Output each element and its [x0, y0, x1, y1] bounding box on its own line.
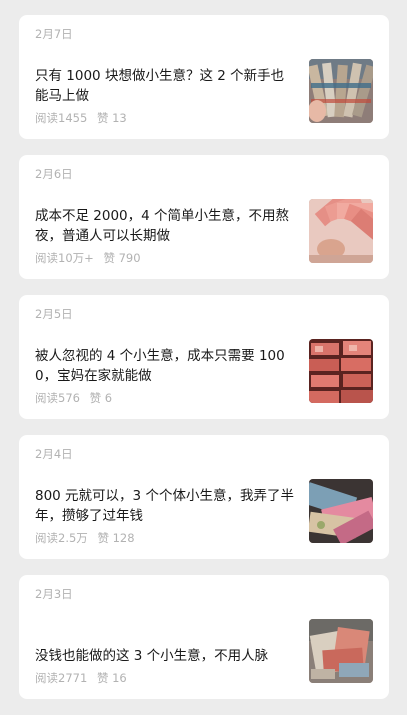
like-count: 13 [112, 111, 127, 125]
read-count: 576 [58, 391, 80, 405]
money-bundles-photo-icon[interactable] [309, 59, 373, 123]
read-count-label: 阅读 [35, 111, 58, 125]
article-title[interactable]: 没钱也能做的这 3 个小生意，不用人脉 [35, 646, 296, 666]
article-text-block: 被人忽视的 4 个小生意，成本只需要 1000，宝妈在家就能做 阅读576 赞 … [35, 295, 296, 406]
article-title[interactable]: 被人忽视的 4 个小生意，成本只需要 1000，宝妈在家就能做 [35, 346, 296, 386]
read-count: 2.5万 [58, 531, 88, 545]
banknotes-pile-photo-icon[interactable] [309, 479, 373, 543]
money-on-desk-photo-icon[interactable] [309, 619, 373, 683]
like-count-label: 赞 [97, 531, 109, 545]
like-count-label: 赞 [89, 391, 102, 405]
like-count-label: 赞 [96, 671, 109, 685]
like-count-label: 赞 [103, 251, 115, 265]
article-text-block: 800 元就可以，3 个个体小生意，我弄了半年，攒够了过年钱 阅读2.5万 赞 … [35, 435, 296, 546]
article-title[interactable]: 只有 1000 块想做小生意？这 2 个新手也能马上做 [35, 66, 296, 106]
read-count-label: 阅读 [35, 251, 58, 265]
read-count: 2771 [58, 671, 88, 685]
read-count-label: 阅读 [35, 391, 58, 405]
article-feed: 2月7日 只有 1000 块想做小生意？这 2 个新手也能马上做 阅读1455 … [19, 15, 389, 715]
article-card[interactable]: 2月6日 成本不足 2000，4 个简单小生意，不用熬夜，普通人可以长期做 阅读… [19, 155, 389, 279]
article-stats: 阅读2771 赞 16 [35, 670, 296, 686]
like-count: 128 [112, 531, 135, 545]
cash-stacks-photo-icon[interactable] [309, 339, 373, 403]
read-count: 10万+ [58, 251, 94, 265]
article-text-block: 没钱也能做的这 3 个小生意，不用人脉 阅读2771 赞 16 [35, 575, 296, 686]
article-card[interactable]: 2月3日 没钱也能做的这 3 个小生意，不用人脉 阅读2771 赞 16 [19, 575, 389, 699]
like-count-label: 赞 [96, 111, 109, 125]
read-count: 1455 [58, 111, 88, 125]
article-text-block: 成本不足 2000，4 个简单小生意，不用熬夜，普通人可以长期做 阅读10万+ … [35, 155, 296, 266]
article-title[interactable]: 成本不足 2000，4 个简单小生意，不用熬夜，普通人可以长期做 [35, 206, 296, 246]
article-card[interactable]: 2月4日 800 元就可以，3 个个体小生意，我弄了半年，攒够了过年钱 阅读2.… [19, 435, 389, 559]
article-card[interactable]: 2月5日 被人忽视的 4 个小生意，成本只需要 1000，宝妈在家就能做 阅读5… [19, 295, 389, 419]
read-count-label: 阅读 [35, 671, 58, 685]
article-card[interactable]: 2月7日 只有 1000 块想做小生意？这 2 个新手也能马上做 阅读1455 … [19, 15, 389, 139]
like-count: 16 [112, 671, 127, 685]
article-text-block: 只有 1000 块想做小生意？这 2 个新手也能马上做 阅读1455 赞 13 [35, 15, 296, 126]
article-stats: 阅读10万+ 赞 790 [35, 250, 296, 266]
article-stats: 阅读1455 赞 13 [35, 110, 296, 126]
article-stats: 阅读576 赞 6 [35, 390, 296, 406]
like-count: 6 [104, 391, 113, 405]
article-stats: 阅读2.5万 赞 128 [35, 530, 296, 546]
cash-fan-photo-icon[interactable] [309, 199, 373, 263]
like-count: 790 [118, 251, 141, 265]
article-title[interactable]: 800 元就可以，3 个个体小生意，我弄了半年，攒够了过年钱 [35, 486, 296, 526]
read-count-label: 阅读 [35, 531, 58, 545]
